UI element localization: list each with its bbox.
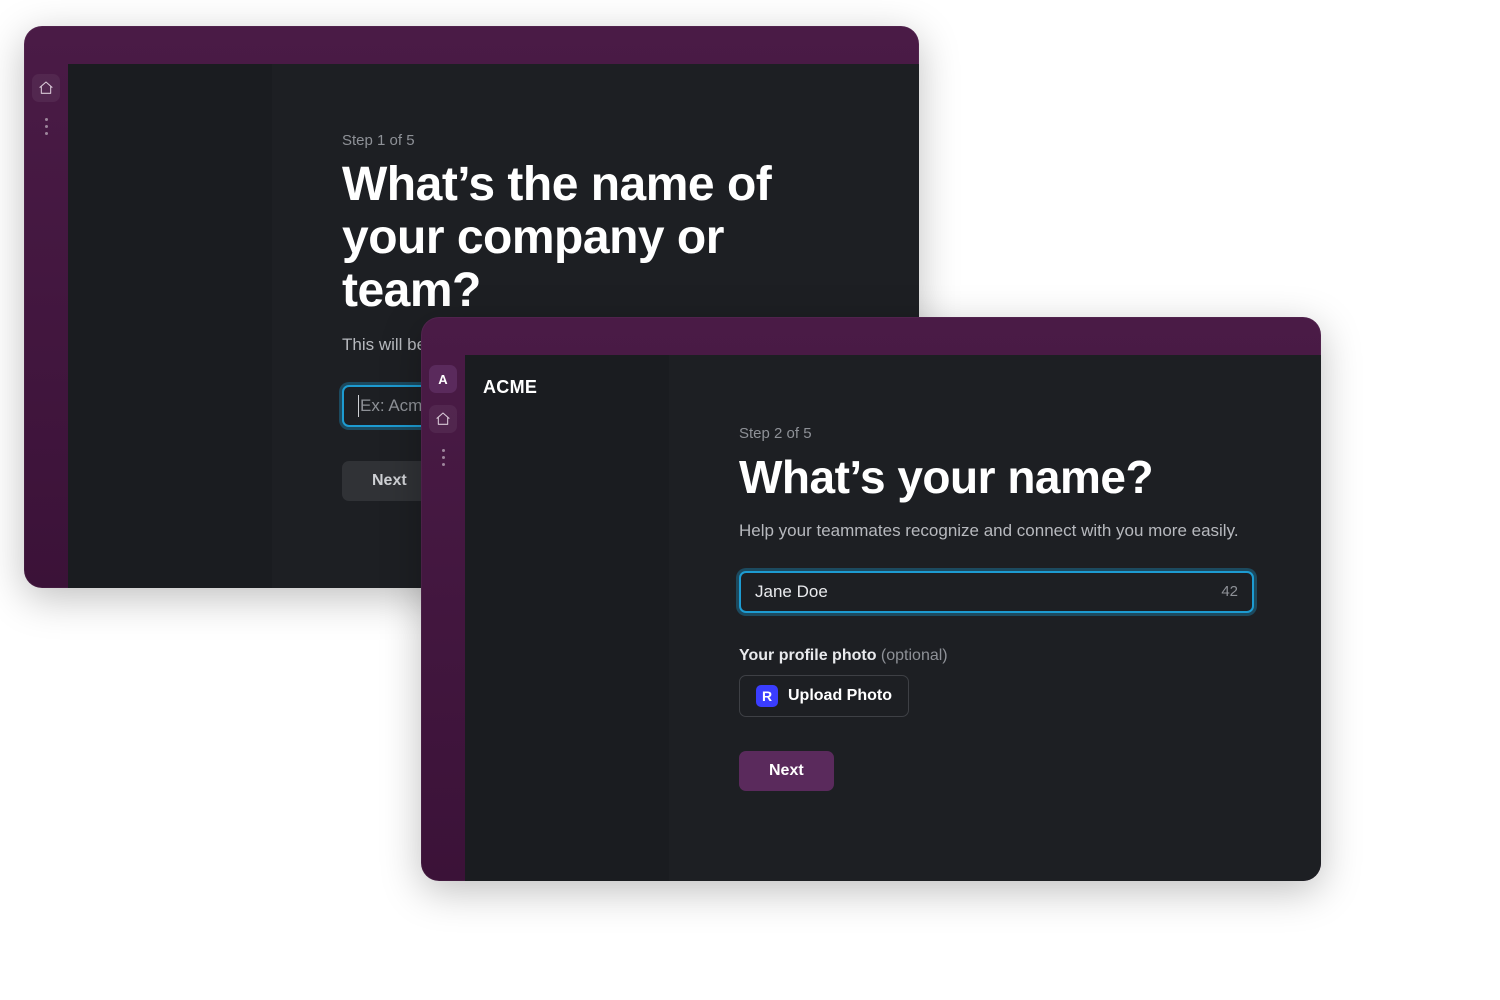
upload-photo-button[interactable]: R Upload Photo: [739, 675, 909, 717]
profile-photo-label-text: Your profile photo: [739, 647, 876, 664]
page-headline: What’s the name of your company or team?: [342, 159, 849, 317]
left-rail: A: [421, 355, 465, 881]
home-icon: [38, 80, 54, 96]
step-indicator: Step 1 of 5: [342, 132, 849, 149]
more-menu[interactable]: [41, 118, 51, 135]
upload-icon: R: [756, 685, 778, 707]
home-icon: [435, 411, 451, 427]
step-indicator: Step 2 of 5: [739, 425, 1254, 442]
sidebar: ACME: [465, 355, 669, 881]
profile-photo-label: Your profile photo (optional): [739, 647, 1254, 665]
home-button[interactable]: [32, 74, 60, 102]
optional-hint: (optional): [881, 647, 948, 664]
titlebar: [421, 317, 1321, 355]
text-caret: [358, 395, 359, 417]
page-subtext: Help your teammates recognize and connec…: [739, 521, 1254, 541]
titlebar: [24, 26, 919, 64]
char-count: 42: [1221, 583, 1238, 600]
window-body: A ACME Step 2 of 5 What’s your name? Hel…: [421, 355, 1321, 881]
upload-photo-label: Upload Photo: [788, 687, 892, 705]
workspace-name: ACME: [483, 377, 651, 398]
workspace-avatar[interactable]: A: [429, 365, 457, 393]
next-button[interactable]: Next: [739, 751, 834, 791]
home-button[interactable]: [429, 405, 457, 433]
onboarding-window-step2: A ACME Step 2 of 5 What’s your name? Hel…: [421, 317, 1321, 881]
left-rail: [24, 64, 68, 588]
your-name-input[interactable]: Jane Doe 42: [739, 571, 1254, 613]
sidebar: [68, 64, 272, 588]
main-panel: Step 2 of 5 What’s your name? Help your …: [669, 355, 1321, 881]
page-headline: What’s your name?: [739, 452, 1254, 503]
more-menu[interactable]: [438, 449, 448, 466]
input-value: Jane Doe: [755, 582, 828, 602]
